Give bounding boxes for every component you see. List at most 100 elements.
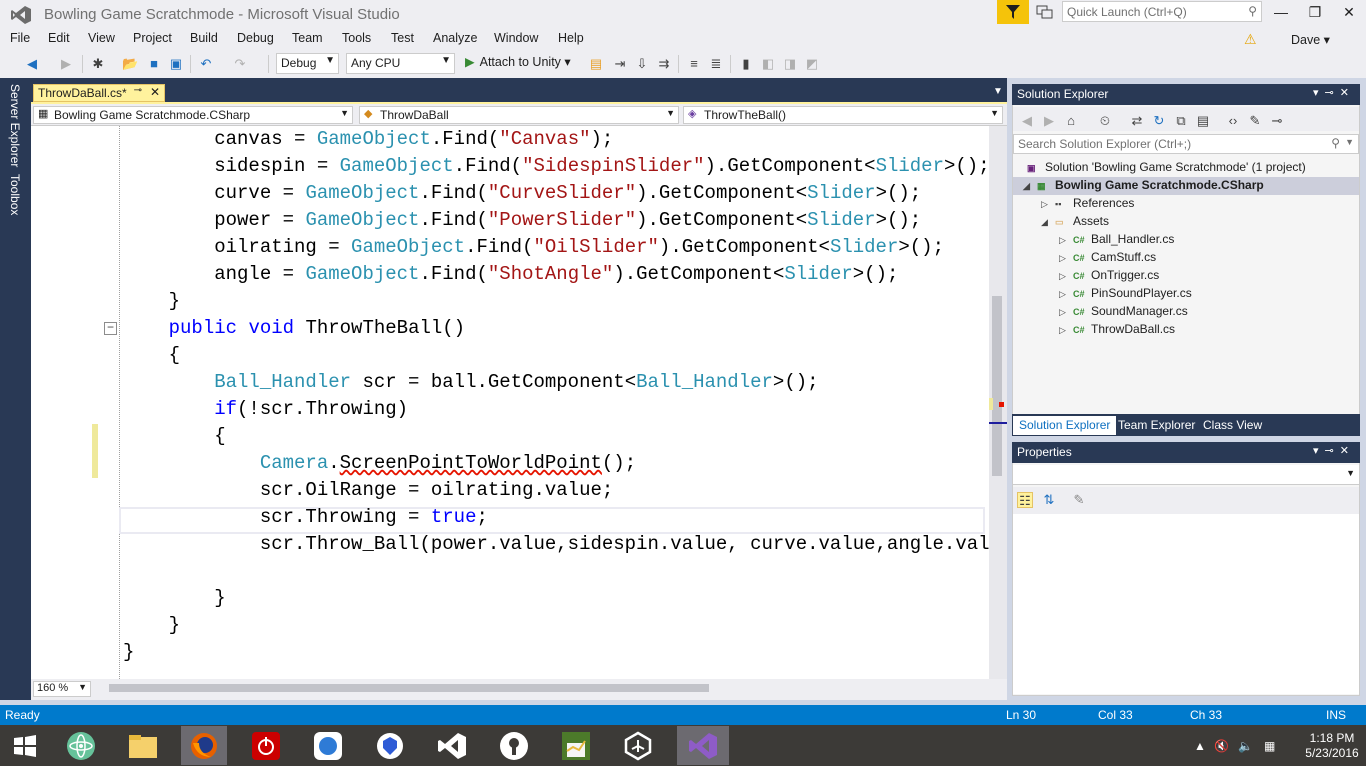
step-into-icon[interactable]: ⇩ bbox=[634, 56, 650, 72]
menu-edit[interactable]: Edit bbox=[48, 31, 70, 45]
find-in-files-icon[interactable]: ▤ bbox=[588, 56, 604, 72]
tree-project-node[interactable]: ◢ ▦ Bowling Game Scratchmode.CSharp bbox=[1023, 178, 1264, 192]
close-tab-icon[interactable]: ✕ bbox=[150, 85, 160, 99]
taskbar-unity[interactable] bbox=[615, 726, 661, 765]
start-button[interactable] bbox=[2, 726, 48, 765]
minimize-button[interactable]: — bbox=[1264, 0, 1298, 24]
next-bookmark-icon[interactable]: ◨ bbox=[782, 56, 798, 72]
taskbar-visual-studio-blue[interactable] bbox=[429, 726, 475, 765]
back-icon[interactable]: ◀ bbox=[24, 56, 40, 72]
forward-icon[interactable]: ▶ bbox=[1041, 113, 1057, 129]
member-nav-select[interactable]: ◈ ThrowTheBall() ▼ bbox=[683, 106, 1003, 124]
notification-warning-icon[interactable]: ⚠ bbox=[1244, 31, 1257, 48]
project-nav-select[interactable]: ▦ Bowling Game Scratchmode.CSharp ▼ bbox=[33, 106, 353, 124]
taskbar-app-shield[interactable] bbox=[367, 726, 413, 765]
quick-launch-input[interactable]: Quick Launch (Ctrl+Q) ⚲ bbox=[1062, 1, 1262, 22]
maximize-button[interactable]: ❐ bbox=[1298, 0, 1332, 24]
refresh-icon[interactable]: ↻ bbox=[1151, 113, 1167, 129]
solution-search-input[interactable]: Search Solution Explorer (Ctrl+;) ⚲ ▼ bbox=[1013, 134, 1359, 154]
collapsed-arrow-icon[interactable]: ▷ bbox=[1059, 271, 1073, 282]
collapsed-arrow-icon[interactable]: ▷ bbox=[1059, 235, 1073, 246]
show-hidden-icons[interactable]: ▲ bbox=[1194, 739, 1206, 753]
menu-debug[interactable]: Debug bbox=[237, 31, 274, 45]
menu-view[interactable]: View bbox=[88, 31, 115, 45]
class-nav-select[interactable]: ◆ ThrowDaBall ▼ bbox=[359, 106, 679, 124]
prev-bookmark-icon[interactable]: ◧ bbox=[760, 56, 776, 72]
home-icon[interactable]: ⌂ bbox=[1063, 113, 1079, 129]
tree-file-node[interactable]: ▷ C# CamStuff.cs bbox=[1059, 250, 1156, 264]
sync-icon[interactable]: ⇄ bbox=[1129, 113, 1145, 129]
save-icon[interactable]: ■ bbox=[146, 56, 162, 72]
taskbar-visual-studio-active[interactable] bbox=[677, 726, 729, 765]
attach-to-unity-button[interactable]: ▶ Attach to Unity ▾ bbox=[465, 54, 571, 69]
step-over-icon[interactable]: ⇉ bbox=[656, 56, 672, 72]
tree-file-node[interactable]: ▷ C# ThrowDaBall.cs bbox=[1059, 322, 1175, 336]
tree-file-node[interactable]: ▷ C# Ball_Handler.cs bbox=[1059, 232, 1174, 246]
feedback-icon[interactable] bbox=[1036, 4, 1054, 20]
code-editor[interactable]: − canvas = GameObject.Find("Canvas"); si… bbox=[31, 126, 989, 679]
close-button[interactable]: ✕ bbox=[1332, 0, 1366, 24]
menu-tools[interactable]: Tools bbox=[342, 31, 371, 45]
collapse-all-icon[interactable]: ⧉ bbox=[1173, 113, 1189, 129]
tree-solution-node[interactable]: ▣ Solution 'Bowling Game Scratchmode' (1 … bbox=[1027, 160, 1306, 174]
properties-object-select[interactable]: ▼ bbox=[1013, 465, 1359, 485]
taskbar-clock[interactable]: 1:18 PM 5/23/2016 bbox=[1302, 731, 1362, 761]
panel-window-controls[interactable]: ▾⊸✕ bbox=[1313, 86, 1355, 99]
taskbar-file-explorer[interactable] bbox=[120, 726, 166, 765]
taskbar-chart-app[interactable] bbox=[553, 726, 599, 765]
menu-analyze[interactable]: Analyze bbox=[433, 31, 477, 45]
menu-project[interactable]: Project bbox=[133, 31, 172, 45]
document-tab[interactable]: ThrowDaBall.cs* ⊸ ✕ bbox=[33, 84, 165, 102]
tree-references-node[interactable]: ▷ ▪▪ References bbox=[1041, 196, 1134, 210]
tab-team-explorer[interactable]: Team Explorer bbox=[1112, 416, 1201, 435]
tab-class-view[interactable]: Class View bbox=[1197, 416, 1268, 435]
redo-icon[interactable]: ↷ bbox=[232, 56, 248, 72]
open-file-icon[interactable]: 📂 bbox=[122, 56, 138, 72]
clear-bookmarks-icon[interactable]: ◩ bbox=[804, 56, 820, 72]
uncomment-icon[interactable]: ≣ bbox=[708, 56, 724, 72]
taskbar-firefox[interactable] bbox=[181, 726, 227, 765]
taskbar-app-blue[interactable] bbox=[305, 726, 351, 765]
collapse-icon[interactable]: − bbox=[104, 321, 117, 335]
taskbar-keyhole-app[interactable] bbox=[491, 726, 537, 765]
collapsed-arrow-icon[interactable]: ▷ bbox=[1059, 307, 1073, 318]
document-list-dropdown-icon[interactable]: ▼ bbox=[993, 86, 1003, 97]
expanded-arrow-icon[interactable]: ◢ bbox=[1041, 217, 1055, 228]
menu-test[interactable]: Test bbox=[391, 31, 414, 45]
tree-file-node[interactable]: ▷ C# OnTrigger.cs bbox=[1059, 268, 1159, 282]
network-icon[interactable]: ▦ bbox=[1264, 739, 1275, 753]
menu-window[interactable]: Window bbox=[494, 31, 538, 45]
collapsed-arrow-icon[interactable]: ▷ bbox=[1041, 199, 1055, 210]
tab-solution-explorer[interactable]: Solution Explorer bbox=[1013, 416, 1117, 435]
menu-team[interactable]: Team bbox=[292, 31, 323, 45]
expanded-arrow-icon[interactable]: ◢ bbox=[1023, 181, 1037, 192]
collapsed-arrow-icon[interactable]: ▷ bbox=[1059, 253, 1073, 264]
solution-configuration-select[interactable]: Debug ▼ bbox=[276, 53, 339, 74]
properties-wrench-icon[interactable]: ✎ bbox=[1247, 113, 1263, 129]
user-account[interactable]: Dave ▾ bbox=[1291, 32, 1330, 47]
tree-assets-node[interactable]: ◢ ▭ Assets bbox=[1041, 214, 1109, 228]
collapsed-arrow-icon[interactable]: ▷ bbox=[1059, 325, 1073, 336]
back-icon[interactable]: ◀ bbox=[1019, 113, 1035, 129]
feedback-filter-button[interactable] bbox=[997, 0, 1029, 24]
menu-help[interactable]: Help bbox=[558, 31, 584, 45]
pin-icon[interactable]: ⊸ bbox=[134, 85, 142, 96]
forward-icon[interactable]: ▶ bbox=[58, 56, 74, 72]
horizontal-scroll-thumb[interactable] bbox=[109, 684, 709, 692]
tree-file-node[interactable]: ▷ C# PinSoundPlayer.cs bbox=[1059, 286, 1192, 300]
vertical-scroll-thumb[interactable] bbox=[992, 296, 1002, 476]
zoom-select[interactable]: 160 % ▼ bbox=[33, 681, 91, 697]
step-icon[interactable]: ⇥ bbox=[612, 56, 628, 72]
alphabetical-icon[interactable]: ⇅ bbox=[1041, 492, 1057, 508]
menu-build[interactable]: Build bbox=[190, 31, 218, 45]
view-code-icon[interactable]: ‹› bbox=[1225, 113, 1241, 129]
collapsed-arrow-icon[interactable]: ▷ bbox=[1059, 289, 1073, 300]
taskbar-power-app[interactable] bbox=[243, 726, 289, 765]
taskbar-atom[interactable] bbox=[58, 726, 104, 765]
comment-icon[interactable]: ≡ bbox=[686, 56, 702, 72]
show-all-files-icon[interactable]: ▤ bbox=[1195, 113, 1211, 129]
menu-file[interactable]: File bbox=[10, 31, 30, 45]
solution-platform-select[interactable]: Any CPU ▼ bbox=[346, 53, 455, 74]
server-explorer-tab[interactable]: Server Explorer bbox=[8, 84, 22, 167]
save-all-icon[interactable]: ▣ bbox=[168, 56, 184, 72]
